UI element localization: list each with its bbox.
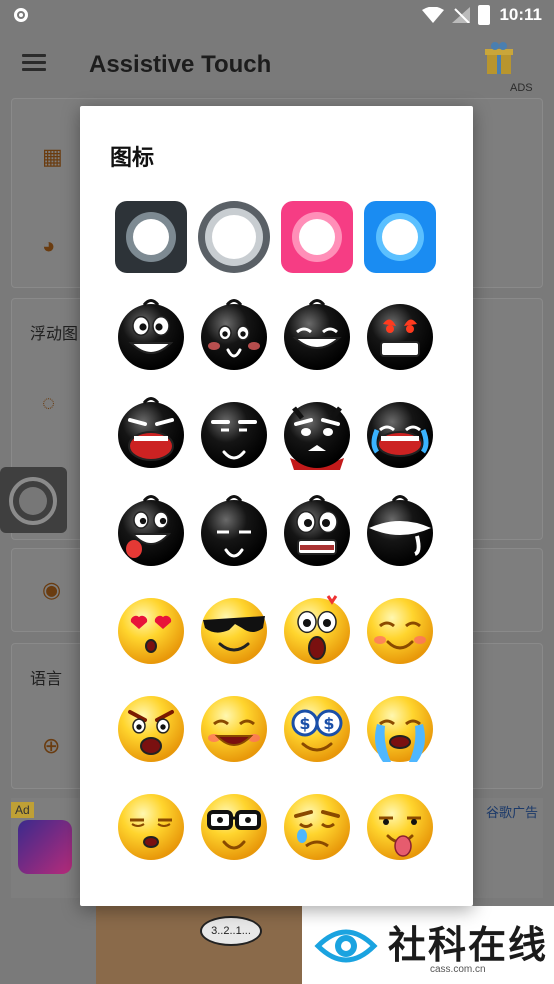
dark-square-ring-icon[interactable] — [114, 200, 188, 274]
black-smiley-smirk-icon[interactable] — [197, 494, 271, 568]
icon-grid: $ $ — [114, 200, 439, 862]
dialog-title: 图标 — [110, 146, 155, 171]
yellow-smiley-sunglasses-icon[interactable] — [197, 592, 271, 666]
palette-icon: ◕ — [42, 233, 56, 258]
yellow-smiley-heart-eyes-icon[interactable] — [114, 592, 188, 666]
watermark-title: 社科在线 — [388, 923, 549, 967]
watermark: 社科在线 cass.com.cn — [302, 906, 554, 984]
black-smiley-tongue-icon[interactable] — [114, 494, 188, 568]
section-language-label: 语言 — [30, 671, 63, 688]
yellow-smiley-money-eyes-icon[interactable]: $ $ — [280, 690, 354, 764]
yellow-smiley-surprised-icon[interactable] — [280, 592, 354, 666]
ads-label[interactable]: ADS — [510, 82, 533, 94]
yellow-smiley-tears-icon[interactable] — [363, 690, 437, 764]
clock: 10:11 — [499, 5, 542, 24]
gift-icon[interactable] — [484, 40, 514, 76]
blue-square-ring-icon[interactable] — [363, 200, 437, 274]
ad-app-icon[interactable] — [18, 820, 72, 874]
pink-square-ring-icon[interactable] — [280, 200, 354, 274]
watermark-url: cass.com.cn — [430, 964, 486, 975]
black-smiley-shouting-icon[interactable] — [114, 396, 188, 470]
notification-dot-icon — [14, 8, 28, 22]
black-smiley-shy-icon[interactable] — [197, 298, 271, 372]
icon-picker-dialog: 图标 $ $ — [80, 106, 473, 906]
svg-text:$: $ — [323, 714, 334, 733]
eye-logo-icon — [314, 929, 378, 963]
yellow-smiley-angry-icon[interactable] — [114, 690, 188, 764]
black-smiley-grumpy-icon[interactable] — [197, 396, 271, 470]
yellow-smiley-rolling-eyes-icon[interactable] — [114, 788, 188, 862]
no-signal-icon — [452, 7, 470, 23]
black-smiley-big-grin-icon[interactable] — [114, 298, 188, 372]
globe-icon: ⊕ — [42, 733, 61, 758]
yellow-smiley-tongue-out-icon[interactable] — [363, 788, 437, 862]
app-bar: Assistive Touch ADS — [0, 32, 554, 98]
black-smiley-crying-icon[interactable] — [363, 396, 437, 470]
wifi-icon — [422, 7, 444, 23]
menu-icon[interactable] — [22, 54, 46, 72]
black-smiley-devil-icon[interactable] — [280, 396, 354, 470]
black-smiley-angry-fire-icon[interactable] — [363, 298, 437, 372]
grey-round-ring-icon[interactable] — [197, 200, 271, 274]
battery-icon — [478, 5, 490, 25]
black-smiley-laughing-icon[interactable] — [280, 298, 354, 372]
record-icon: ◉ — [42, 577, 62, 602]
yellow-smiley-nerd-glasses-icon[interactable] — [197, 788, 271, 862]
speech-bubble: 3..2..1... — [200, 916, 262, 946]
widgets-icon: ▦ — [42, 144, 63, 169]
app-title: Assistive Touch — [89, 51, 272, 78]
black-smiley-shocked-icon[interactable] — [280, 494, 354, 568]
ring-icon: ◌ — [42, 390, 56, 415]
yellow-smiley-sad-tear-icon[interactable] — [280, 788, 354, 862]
banner-ad-image[interactable] — [96, 906, 302, 984]
status-bar: 10:11 — [0, 0, 554, 32]
yellow-smiley-happy-icon[interactable] — [197, 690, 271, 764]
black-smiley-drooling-icon[interactable] — [363, 494, 437, 568]
ad-badge: Ad — [11, 802, 34, 818]
assistive-touch-button[interactable] — [0, 467, 67, 533]
svg-text:$: $ — [299, 714, 310, 733]
section-floating-label: 浮动图 — [30, 326, 79, 343]
yellow-smiley-content-icon[interactable] — [363, 592, 437, 666]
google-ad-label: 谷歌广告 — [486, 805, 539, 820]
